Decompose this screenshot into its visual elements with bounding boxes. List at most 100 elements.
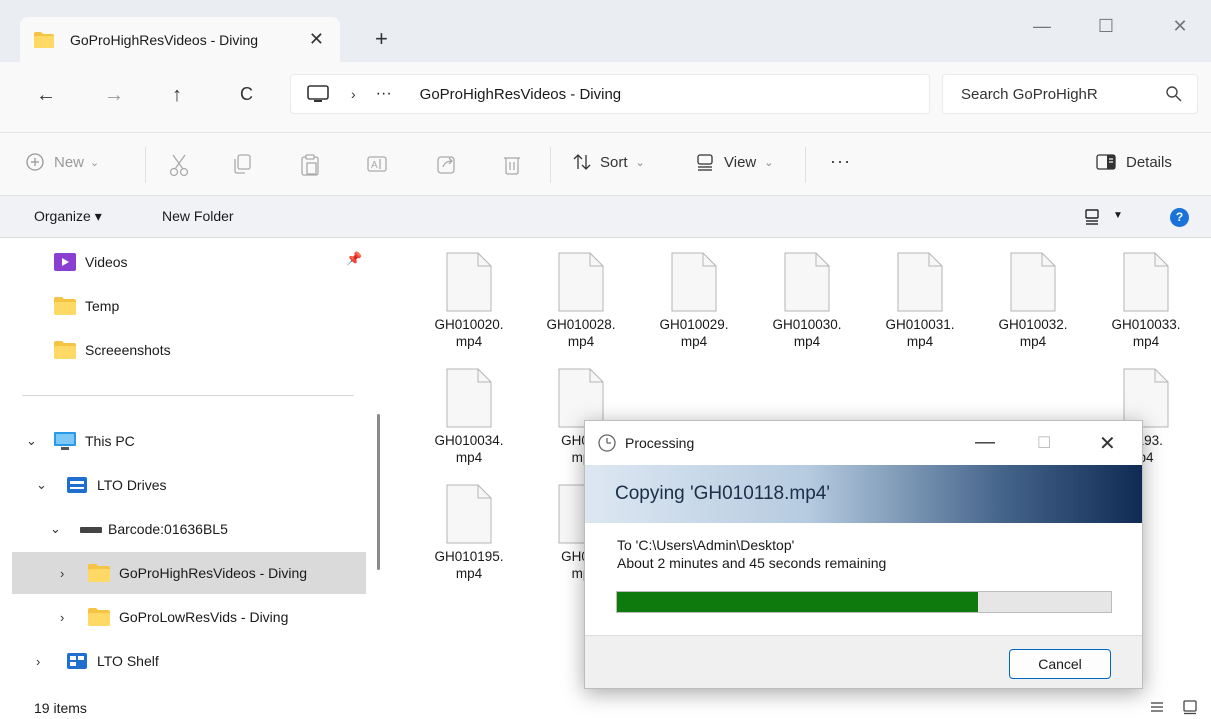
file-icon xyxy=(897,252,943,312)
file-extension: mp4 xyxy=(455,334,483,349)
chevron-down-icon: ⌄ xyxy=(764,156,774,169)
file-extension: mp4 xyxy=(455,450,483,465)
svg-text:A: A xyxy=(371,160,378,171)
refresh-button[interactable]: C xyxy=(240,84,253,105)
file-item[interactable]: GH010030. mp4 xyxy=(762,252,852,350)
breadcrumb-current[interactable]: GoProHighResVideos - Diving xyxy=(420,86,621,103)
dialog-title: Processing xyxy=(625,435,695,451)
sidebar-item-label: LTO Shelf xyxy=(97,653,159,669)
file-icon xyxy=(1123,252,1169,312)
details-label: Details xyxy=(1126,153,1172,171)
progress-fill xyxy=(617,592,978,612)
sidebar-item-this-pc[interactable]: ⌄ This PC xyxy=(0,420,366,462)
folder-icon xyxy=(88,564,110,582)
cut-button[interactable] xyxy=(168,153,190,177)
search-placeholder: Search GoProHighR xyxy=(961,85,1098,103)
file-name: GH010033. xyxy=(1111,317,1181,332)
tab-gopro-high-res[interactable]: GoProHighResVideos - Diving ✕ xyxy=(20,17,340,62)
file-item[interactable]: GH010034. mp4 xyxy=(424,368,514,466)
rename-button[interactable]: A xyxy=(366,153,388,175)
expand-chevron-icon[interactable]: ⌄ xyxy=(50,521,61,537)
dialog-close-button[interactable]: ✕ xyxy=(1099,431,1116,456)
more-options-button[interactable]: ··· xyxy=(830,151,851,172)
dialog-title-bar[interactable]: Processing — ☐ ✕ xyxy=(585,421,1142,465)
view-dropdown-arrow-icon[interactable]: ▼ xyxy=(1113,210,1123,221)
shelf-icon xyxy=(67,653,87,669)
up-button[interactable]: ↑ xyxy=(172,84,182,107)
search-box[interactable]: Search GoProHighR xyxy=(942,74,1198,114)
dialog-maximize-button: ☐ xyxy=(1037,435,1052,452)
paste-button[interactable] xyxy=(300,153,320,177)
divider xyxy=(145,147,146,183)
new-button[interactable]: New ⌄ xyxy=(26,153,99,171)
sidebar-item-lto-drives[interactable]: ⌄ LTO Drives xyxy=(0,464,366,506)
divider xyxy=(805,147,806,183)
maximize-button[interactable]: ☐ xyxy=(1086,16,1126,40)
cancel-button[interactable]: Cancel xyxy=(1009,649,1111,679)
command-bar: New ⌄ A Sort ⌄ View ⌄ ··· Details xyxy=(0,132,1211,196)
file-item[interactable]: GH010033. mp4 xyxy=(1101,252,1191,350)
sidebar-item-screenshots[interactable]: Screeenshots xyxy=(0,329,366,371)
expand-chevron-icon[interactable]: › xyxy=(36,654,40,669)
file-name: GH010030. xyxy=(772,317,842,332)
pc-icon xyxy=(54,432,76,450)
divider xyxy=(22,395,354,396)
divider xyxy=(550,147,551,183)
details-view-icon[interactable] xyxy=(1150,700,1164,714)
file-name: GH010031. xyxy=(885,317,955,332)
view-button[interactable]: View ⌄ xyxy=(696,153,773,171)
sidebar-item-videos[interactable]: Videos 📌 xyxy=(0,241,366,283)
navigation-pane: Videos 📌 Temp Screeenshots ⌄ This PC ⌄ L… xyxy=(0,238,380,688)
share-button[interactable] xyxy=(436,153,458,175)
file-item[interactable]: GH010020. mp4 xyxy=(424,252,514,350)
new-tab-button[interactable]: + xyxy=(375,26,388,52)
dialog-minimize-button[interactable]: — xyxy=(975,431,995,454)
tab-title: GoProHighResVideos - Diving xyxy=(70,31,259,48)
organize-menu[interactable]: Organize ▾ xyxy=(34,208,102,225)
expand-chevron-icon[interactable]: ⌄ xyxy=(26,433,37,449)
paste-icon xyxy=(301,154,319,176)
sidebar-item-lto-shelf[interactable]: › LTO Shelf xyxy=(0,640,366,682)
folder-icon xyxy=(34,31,54,48)
pin-icon[interactable]: 📌 xyxy=(346,251,362,267)
expand-chevron-icon[interactable]: › xyxy=(60,610,64,625)
details-button[interactable]: Details xyxy=(1096,153,1172,171)
copy-button[interactable] xyxy=(232,153,252,175)
file-item[interactable]: GH010029. mp4 xyxy=(649,252,739,350)
back-button[interactable]: ← xyxy=(36,84,56,107)
destination-text: To 'C:\Users\Admin\Desktop' xyxy=(617,537,795,553)
plus-circle-icon xyxy=(26,153,44,171)
file-icon xyxy=(1123,368,1169,428)
expand-chevron-icon[interactable]: › xyxy=(60,566,64,581)
cut-icon xyxy=(169,154,189,177)
file-icon xyxy=(558,368,604,428)
tape-icon xyxy=(80,527,102,533)
clock-icon xyxy=(598,434,616,452)
address-bar[interactable]: › ··· GoProHighResVideos - Diving xyxy=(290,74,930,114)
sort-button[interactable]: Sort ⌄ xyxy=(572,153,645,171)
chevron-down-icon: ⌄ xyxy=(635,156,645,169)
sidebar-item-barcode[interactable]: ⌄ Barcode:01636BL5 xyxy=(0,508,366,550)
sidebar-item-gopro-high-res[interactable]: › GoProHighResVideos - Diving xyxy=(12,552,366,594)
sidebar-item-gopro-low-res[interactable]: › GoProLowResVids - Diving xyxy=(0,596,366,638)
folder-icon xyxy=(88,608,110,626)
file-item[interactable]: GH010031. mp4 xyxy=(875,252,965,350)
file-item[interactable]: GH010195. mp4 xyxy=(424,484,514,582)
delete-button[interactable] xyxy=(502,153,522,175)
sidebar-item-temp[interactable]: Temp xyxy=(0,285,366,327)
close-tab-icon[interactable]: ✕ xyxy=(309,29,324,50)
forward-button[interactable]: → xyxy=(104,84,124,107)
expand-chevron-icon[interactable]: ⌄ xyxy=(36,477,47,493)
breadcrumb-overflow[interactable]: ··· xyxy=(376,85,392,103)
file-icon xyxy=(784,252,830,312)
file-name: GH010034. xyxy=(434,433,504,448)
thumbnail-view-icon[interactable] xyxy=(1182,699,1198,715)
file-item[interactable]: GH010028. mp4 xyxy=(536,252,626,350)
change-view-icon[interactable] xyxy=(1085,209,1099,225)
new-folder-button[interactable]: New Folder xyxy=(162,208,234,224)
file-item[interactable]: GH010032. mp4 xyxy=(988,252,1078,350)
minimize-button[interactable]: — xyxy=(1022,16,1062,40)
sidebar-item-label: Videos xyxy=(85,254,128,270)
close-window-button[interactable]: ✕ xyxy=(1160,16,1200,40)
help-button[interactable]: ? xyxy=(1170,208,1189,227)
